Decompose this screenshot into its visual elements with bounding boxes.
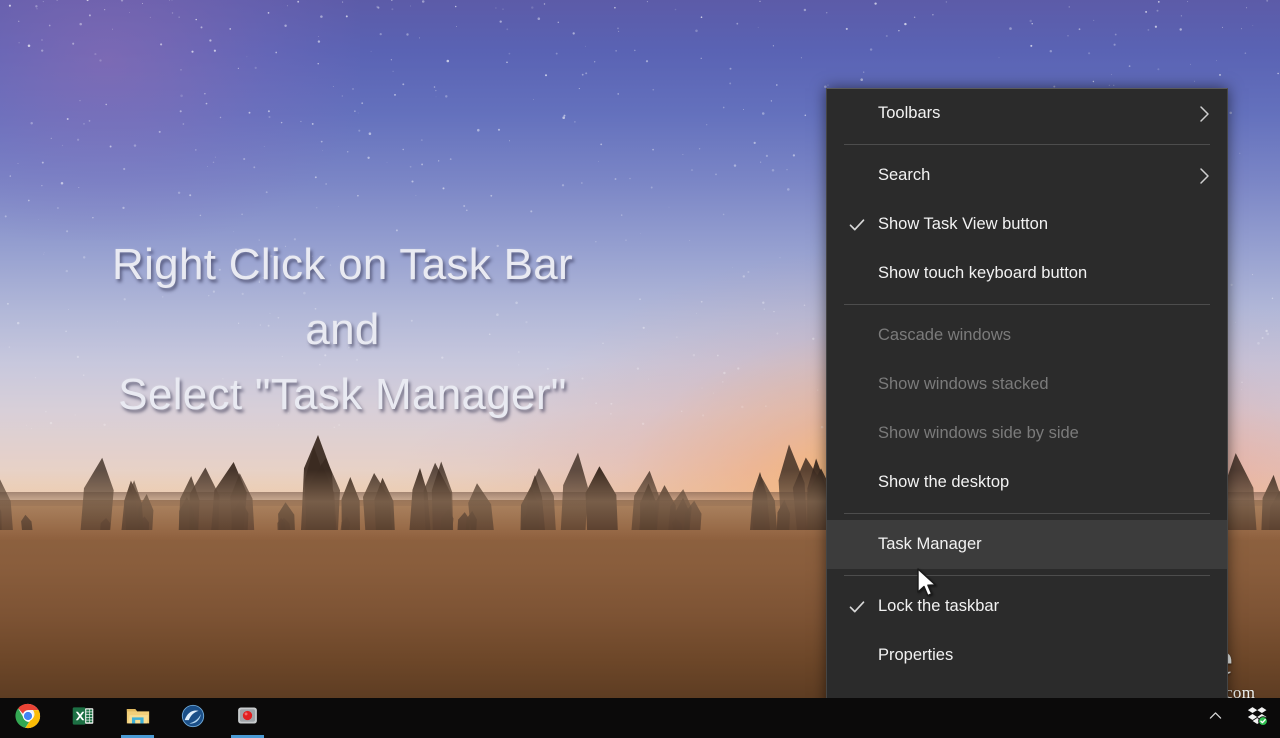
- menu-item-label: Task Manager: [878, 535, 982, 553]
- menu-item-label: Show windows side by side: [878, 424, 1079, 442]
- menu-item-lock-the-taskbar[interactable]: Lock the taskbar: [827, 582, 1227, 631]
- tray-item[interactable]: [1198, 698, 1232, 738]
- desktop-screen: Right Click on Task Bar and Select "Task…: [0, 0, 1280, 738]
- chevron-right-icon: [1200, 105, 1209, 122]
- menu-item-label: Properties: [878, 646, 954, 664]
- tray-item[interactable]: [1240, 698, 1274, 738]
- menu-item-show-windows-side-by-side: Show windows side by side: [827, 409, 1227, 458]
- menu-item-label: Show the desktop: [878, 473, 1010, 491]
- menu-item-label: Toolbars: [878, 104, 941, 122]
- menu-item-show-windows-stacked: Show windows stacked: [827, 360, 1227, 409]
- browser-blue-icon: [180, 703, 206, 734]
- menu-item-label: Show Task View button: [878, 215, 1048, 233]
- taskbar[interactable]: [0, 698, 1280, 738]
- taskbar-context-menu[interactable]: Toolbars Search Show Task View button Show …: [826, 88, 1228, 712]
- taskbar-app-chrome[interactable]: [0, 698, 55, 738]
- screen-recorder-icon: [235, 703, 260, 733]
- menu-item-show-task-view-button[interactable]: Show Task View button: [827, 200, 1227, 249]
- menu-item-label: Search: [878, 166, 931, 184]
- taskbar-app-file-explorer[interactable]: [110, 698, 165, 738]
- taskbar-app-browser-blue[interactable]: [165, 698, 220, 738]
- menu-item-label: Show windows stacked: [878, 375, 1049, 393]
- menu-separator: [844, 513, 1210, 514]
- menu-item-label: Show touch keyboard button: [878, 264, 1088, 282]
- menu-item-label: Lock the taskbar: [878, 597, 1000, 615]
- chrome-icon: [14, 703, 41, 734]
- menu-item-toolbars[interactable]: Toolbars: [827, 89, 1227, 138]
- menu-item-task-manager[interactable]: Task Manager: [827, 520, 1227, 569]
- menu-item-search[interactable]: Search: [827, 151, 1227, 200]
- show-hidden-icons-chevron-icon: [1207, 707, 1224, 729]
- taskbar-app-excel[interactable]: [55, 698, 110, 738]
- dropbox-sync-icon: [1247, 705, 1268, 731]
- menu-item-label: Cascade windows: [878, 326, 1011, 344]
- checkmark-icon: [849, 600, 865, 612]
- menu-item-cascade-windows: Cascade windows: [827, 311, 1227, 360]
- menu-item-properties[interactable]: Properties: [827, 631, 1227, 680]
- menu-separator: [844, 304, 1210, 305]
- chevron-right-icon: [1200, 167, 1209, 184]
- menu-separator: [844, 575, 1210, 576]
- menu-item-show-touch-keyboard-button[interactable]: Show touch keyboard button: [827, 249, 1227, 298]
- excel-icon: [71, 704, 95, 733]
- menu-item-show-the-desktop[interactable]: Show the desktop: [827, 458, 1227, 507]
- file-explorer-icon: [125, 703, 151, 734]
- checkmark-icon: [849, 218, 865, 230]
- menu-separator: [844, 144, 1210, 145]
- taskbar-app-screen-recorder[interactable]: [220, 698, 275, 738]
